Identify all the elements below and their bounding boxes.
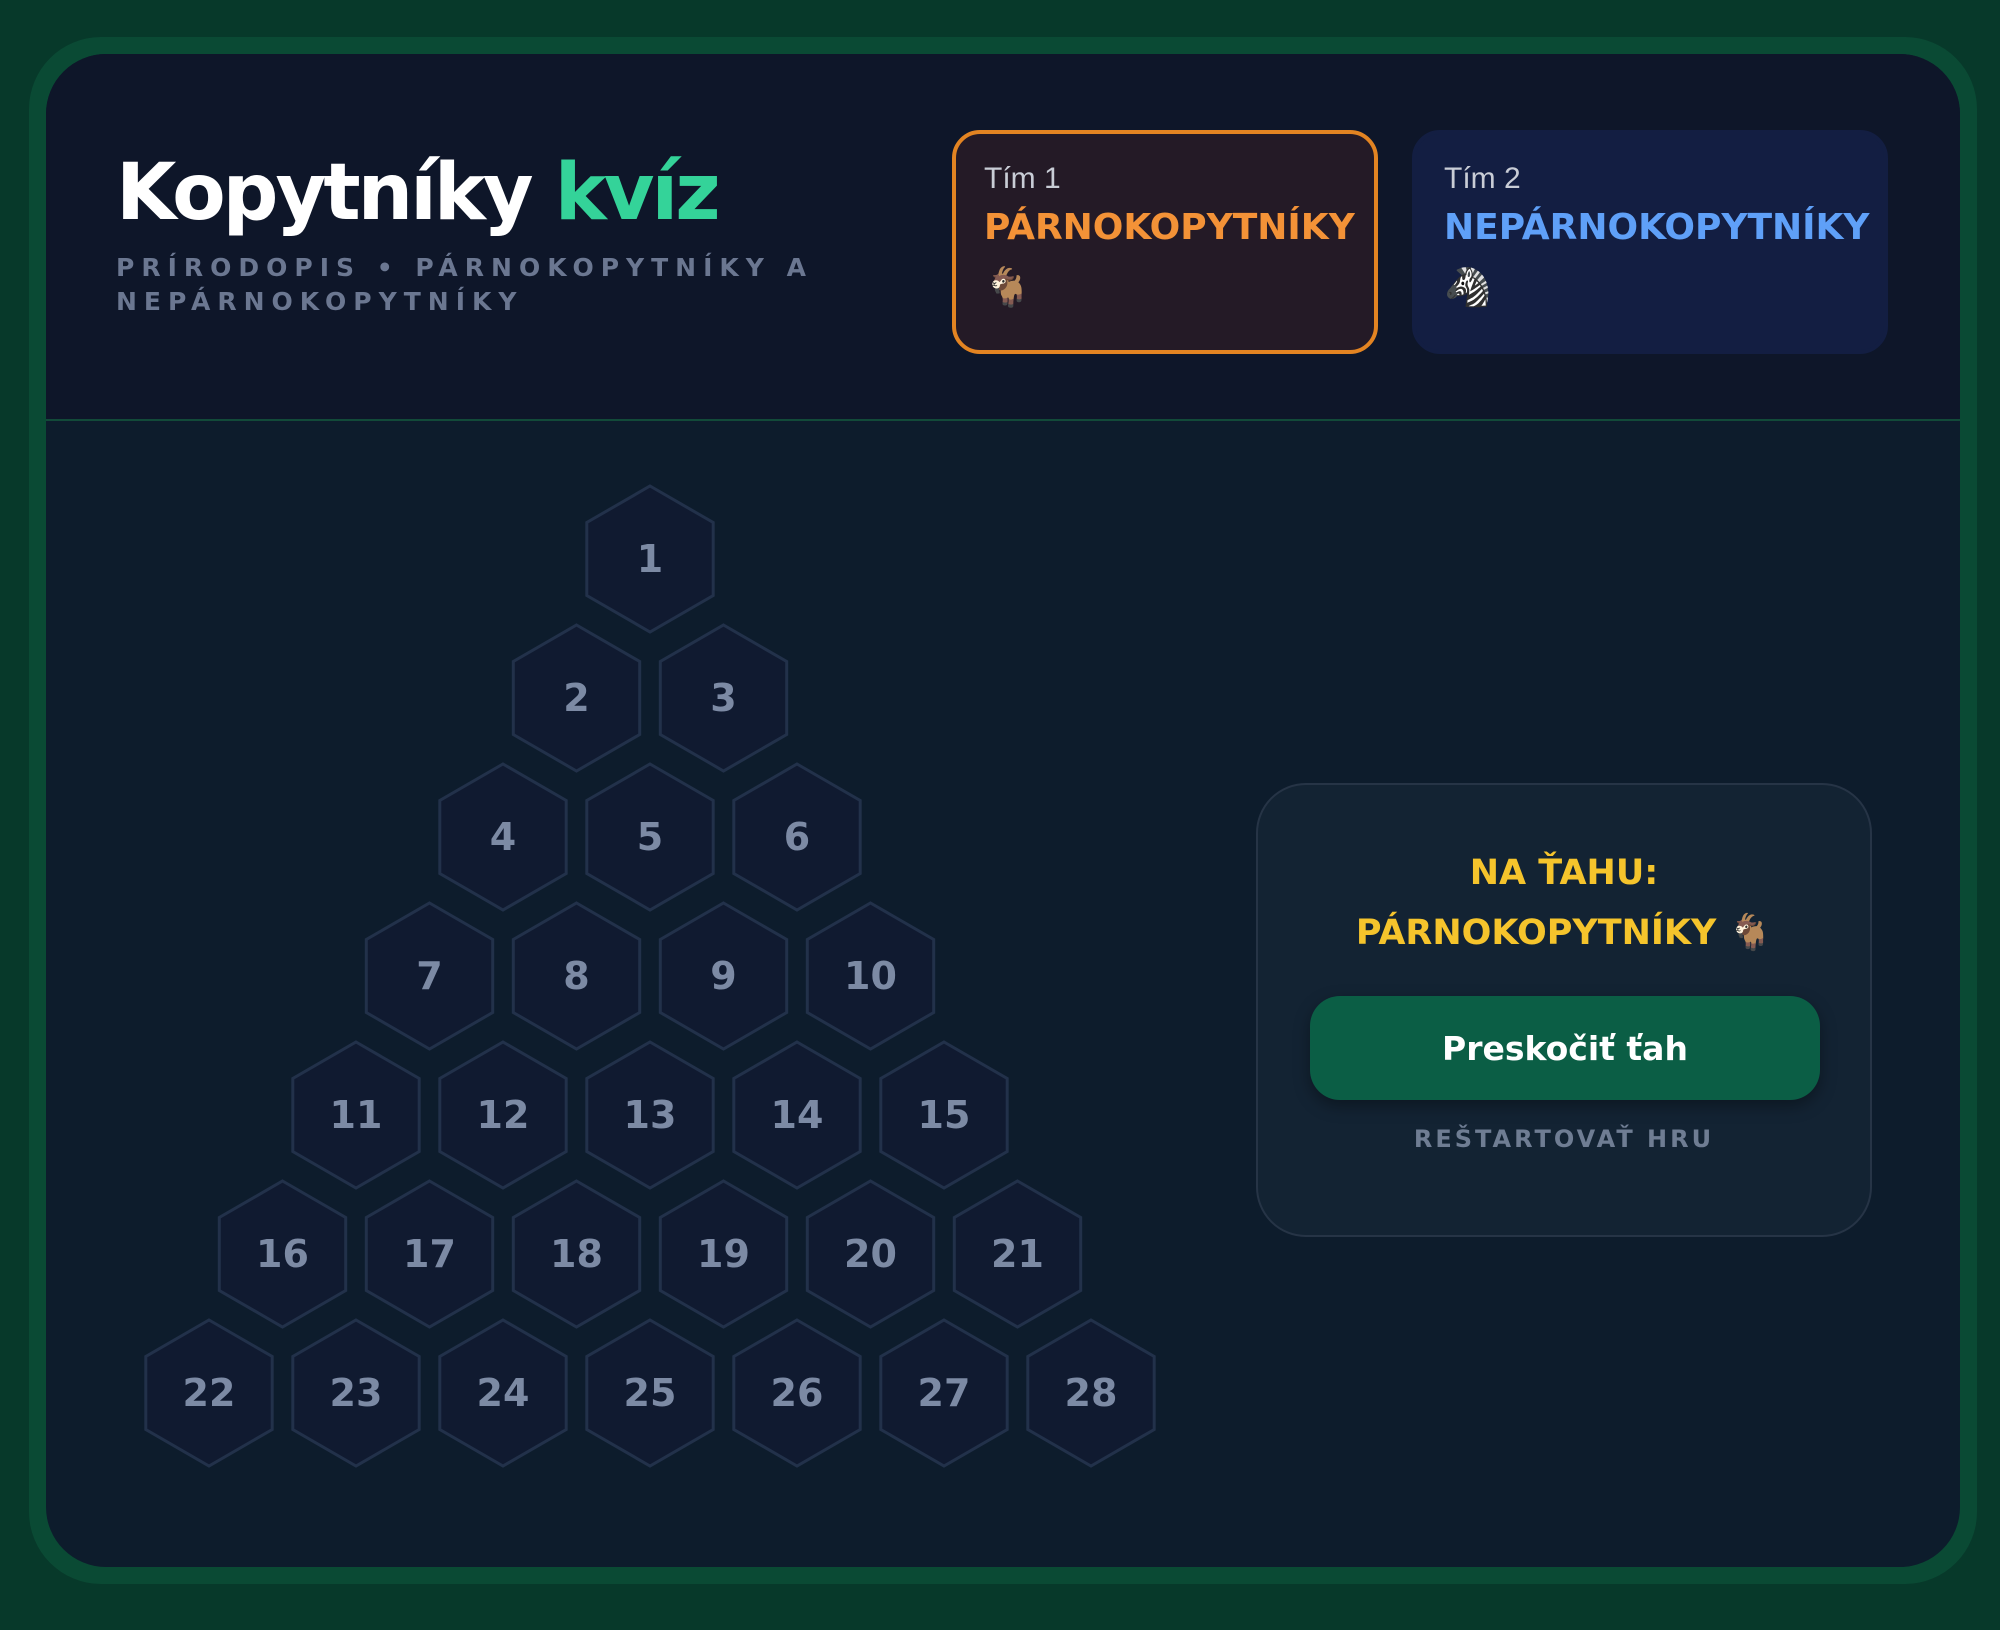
- hex-tile-21[interactable]: 21: [952, 1179, 1083, 1329]
- team-label: Tím 1: [984, 162, 1061, 195]
- team-name: PÁRNOKOPYTNÍKY: [984, 207, 1355, 248]
- hex-number: 4: [490, 815, 516, 859]
- page-title: Kopytníky kvíz: [116, 154, 721, 232]
- hex-tile-6[interactable]: 6: [732, 762, 862, 912]
- hex-number: 28: [1065, 1371, 1118, 1415]
- hex-number: 2: [563, 676, 589, 720]
- hex-number: 13: [624, 1093, 677, 1137]
- team-card-1: Tím 1 PÁRNOKOPYTNÍKY 🐐: [952, 130, 1378, 354]
- hex-number: 3: [710, 676, 736, 720]
- hex-number: 17: [403, 1232, 456, 1276]
- hex-number: 7: [416, 954, 442, 998]
- page-subtitle: Prírodopis • Párnokopytníky a nepárnokop…: [116, 253, 813, 316]
- hex-tile-1[interactable]: 1: [585, 484, 715, 634]
- hex-number: 11: [330, 1093, 383, 1137]
- restart-game-link[interactable]: REŠTARTOVAŤ HRU: [1258, 1125, 1870, 1153]
- hex-tile-7[interactable]: 7: [364, 901, 495, 1051]
- hex-number: 12: [477, 1093, 530, 1137]
- hex-number: 10: [844, 954, 897, 998]
- turn-panel: NA ŤAHU: PÁRNOKOPYTNÍKY 🐐 Preskočiť ťah …: [1256, 783, 1872, 1237]
- hex-tile-22[interactable]: 22: [144, 1318, 274, 1468]
- title-accent: kvíz: [554, 148, 721, 238]
- hex-tile-18[interactable]: 18: [511, 1179, 642, 1329]
- zebra-icon: 🦓: [1444, 265, 1492, 309]
- hex-tile-11[interactable]: 11: [291, 1040, 421, 1190]
- hex-tile-8[interactable]: 8: [511, 901, 642, 1051]
- hex-tile-15[interactable]: 15: [879, 1040, 1009, 1190]
- hex-tile-25[interactable]: 25: [585, 1318, 715, 1468]
- turn-indicator: NA ŤAHU: PÁRNOKOPYTNÍKY 🐐: [1258, 843, 1870, 963]
- hex-tile-17[interactable]: 17: [364, 1179, 495, 1329]
- hex-tile-5[interactable]: 5: [585, 762, 715, 912]
- hex-number: 20: [844, 1232, 897, 1276]
- hex-number: 21: [991, 1232, 1044, 1276]
- hex-number: 23: [330, 1371, 383, 1415]
- hex-tile-4[interactable]: 4: [438, 762, 568, 912]
- hex-tile-14[interactable]: 14: [732, 1040, 862, 1190]
- team-label: Tím 2: [1444, 162, 1521, 195]
- hex-tile-19[interactable]: 19: [658, 1179, 789, 1329]
- title-main: Kopytníky: [116, 148, 534, 238]
- hex-tile-16[interactable]: 16: [217, 1179, 348, 1329]
- goat-icon: 🐐: [984, 265, 1032, 309]
- app-window: Kopytníky kvíz Prírodopis • Párnokopytní…: [46, 54, 1960, 1567]
- team-card-2: Tím 2 NEPÁRNOKOPYTNÍKY 🦓: [1412, 130, 1888, 354]
- hex-number: 19: [697, 1232, 750, 1276]
- app-frame: Kopytníky kvíz Prírodopis • Párnokopytní…: [29, 37, 1977, 1584]
- skip-turn-button[interactable]: Preskočiť ťah: [1310, 996, 1820, 1100]
- hex-number: 8: [563, 954, 589, 998]
- hex-number: 22: [183, 1371, 236, 1415]
- hex-number: 9: [710, 954, 736, 998]
- hex-tile-26[interactable]: 26: [732, 1318, 862, 1468]
- header: Kopytníky kvíz Prírodopis • Párnokopytní…: [46, 54, 1960, 421]
- hex-number: 16: [256, 1232, 309, 1276]
- hex-tile-3[interactable]: 3: [658, 623, 789, 773]
- hex-tile-20[interactable]: 20: [805, 1179, 936, 1329]
- hex-number: 1: [637, 537, 663, 581]
- turn-team-name: PÁRNOKOPYTNÍKY 🐐: [1355, 913, 1773, 953]
- hex-number: 25: [624, 1371, 677, 1415]
- turn-label: NA ŤAHU:: [1469, 853, 1659, 893]
- hex-number: 26: [771, 1371, 824, 1415]
- hex-number: 24: [477, 1371, 530, 1415]
- hex-tile-24[interactable]: 24: [438, 1318, 568, 1468]
- hex-tile-28[interactable]: 28: [1026, 1318, 1156, 1468]
- hex-tile-10[interactable]: 10: [805, 901, 936, 1051]
- hex-number: 15: [918, 1093, 971, 1137]
- hex-tile-9[interactable]: 9: [658, 901, 789, 1051]
- hex-tile-23[interactable]: 23: [291, 1318, 421, 1468]
- hex-tile-12[interactable]: 12: [438, 1040, 568, 1190]
- hex-tile-2[interactable]: 2: [511, 623, 642, 773]
- hex-tile-13[interactable]: 13: [585, 1040, 715, 1190]
- hex-number: 18: [550, 1232, 603, 1276]
- hex-number: 5: [637, 815, 663, 859]
- hex-number: 6: [784, 815, 810, 859]
- hex-tile-27[interactable]: 27: [879, 1318, 1009, 1468]
- hex-number: 27: [918, 1371, 971, 1415]
- team-name: NEPÁRNOKOPYTNÍKY: [1444, 207, 1870, 248]
- hex-number: 14: [771, 1093, 824, 1137]
